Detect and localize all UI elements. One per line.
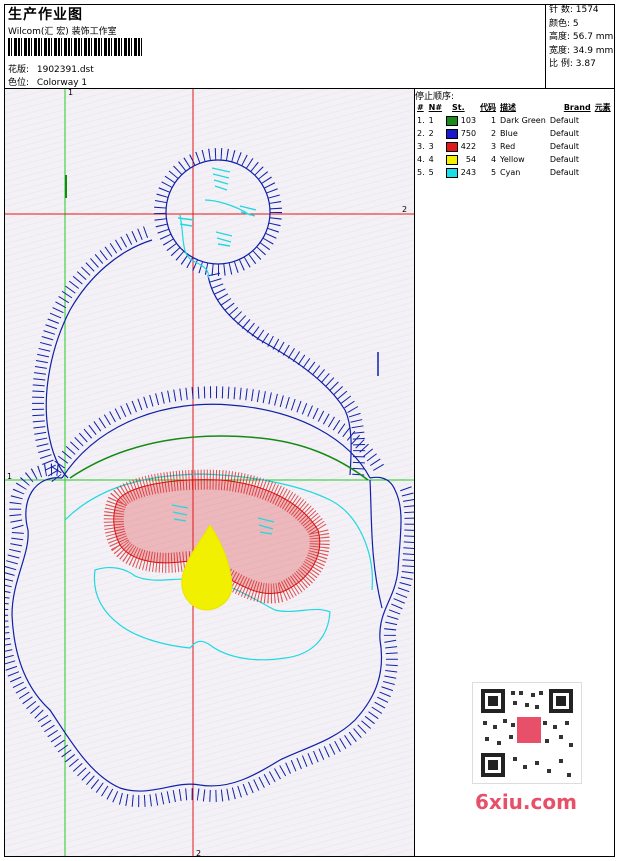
green-brim-line: [69, 435, 369, 481]
cyan-face-stitches: [177, 167, 257, 247]
axis-label-v1: 1: [68, 88, 73, 97]
qr-code: [472, 682, 582, 784]
qr-code-graphic: [481, 689, 573, 777]
blue-satin-outline: [5, 148, 414, 808]
axis-label-v2: 2: [196, 849, 201, 858]
axis-label-h2: 2: [402, 205, 407, 214]
axis-label-h1: 1: [7, 472, 12, 481]
watermark: 6xiu.com: [475, 790, 577, 814]
